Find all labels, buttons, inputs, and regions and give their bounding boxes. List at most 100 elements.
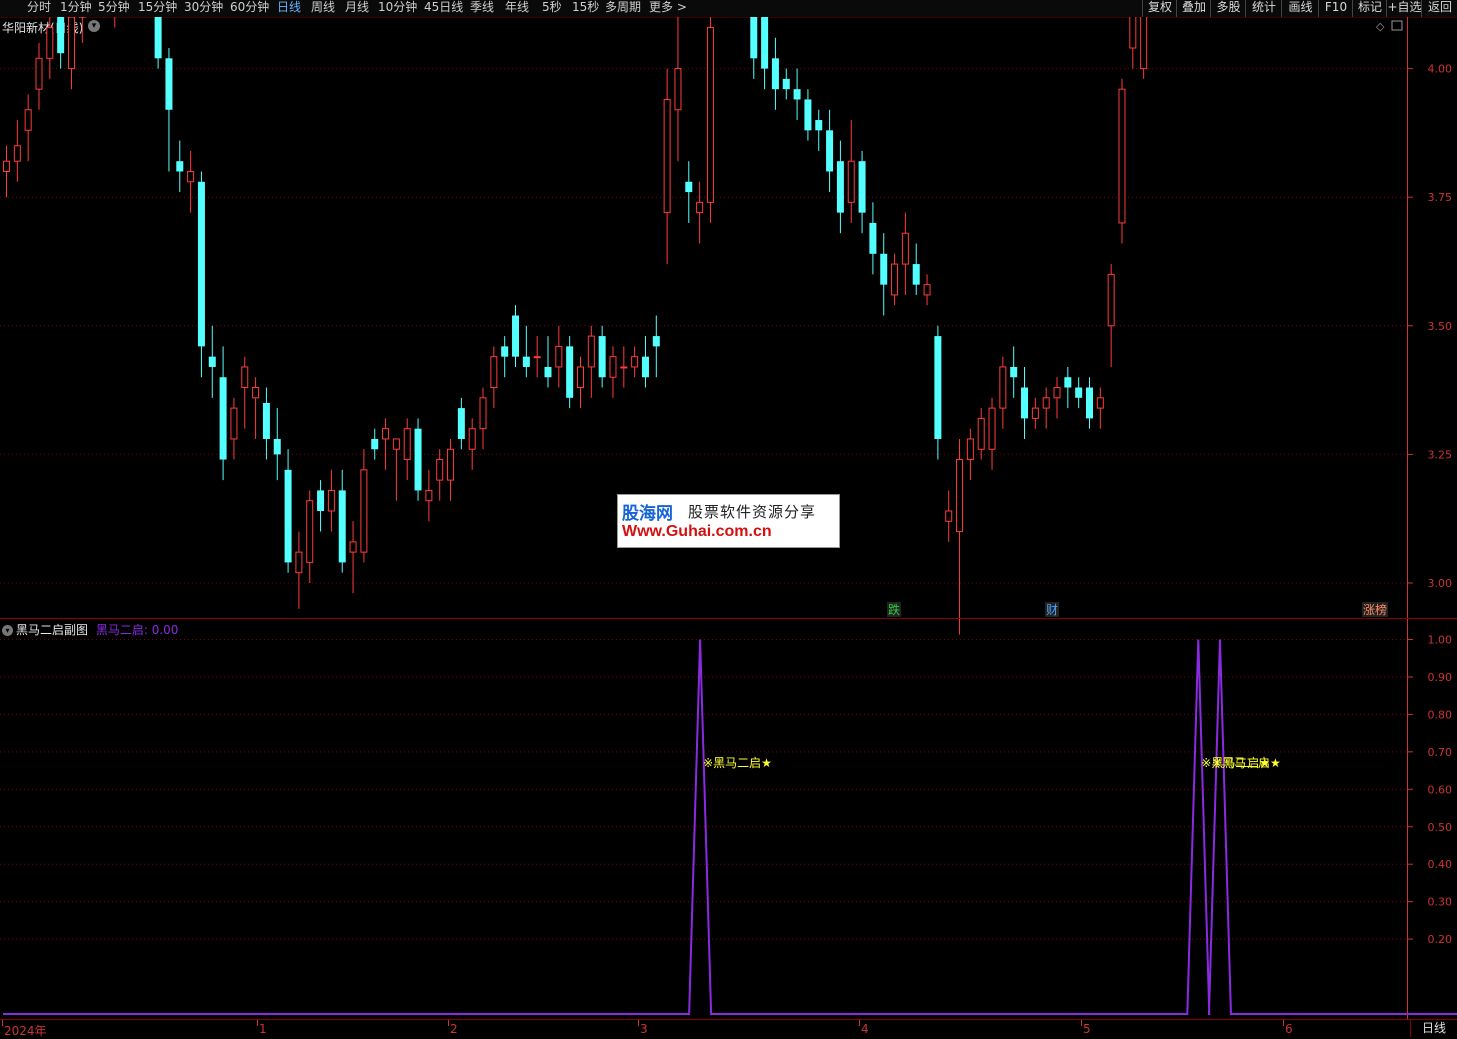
event-mark[interactable]: 财 xyxy=(1046,603,1058,617)
watermark-logo-text: 股海网 xyxy=(622,499,673,524)
candle xyxy=(1086,377,1093,428)
candle xyxy=(317,480,324,531)
toolbar-button-6[interactable]: 标记 xyxy=(1352,0,1387,17)
candle xyxy=(512,305,519,367)
period-tab-15[interactable]: 多周期 xyxy=(605,0,641,17)
period-tab-9[interactable]: 10分钟 xyxy=(378,0,417,17)
candle xyxy=(880,233,887,315)
diamond-icon[interactable]: ◇ xyxy=(1376,20,1385,33)
candle xyxy=(523,326,530,377)
x-tick-mark xyxy=(859,1020,860,1026)
x-axis-label: 5 xyxy=(1083,1022,1091,1036)
period-tab-6[interactable]: 日线 xyxy=(277,0,301,17)
candle xyxy=(1021,367,1028,439)
toolbar-button-2[interactable]: 多股 xyxy=(1210,0,1246,17)
signal-label: ※黑马二启★ xyxy=(1212,756,1281,770)
candle xyxy=(188,151,194,213)
period-tab-11[interactable]: 季线 xyxy=(470,0,494,17)
period-tab-1[interactable]: 1分钟 xyxy=(60,0,92,17)
candle xyxy=(198,171,205,377)
y-tick-label: 0.40 xyxy=(1428,858,1453,871)
candle xyxy=(1108,264,1114,367)
candle xyxy=(848,120,854,223)
candle xyxy=(437,449,443,500)
signal-label: ※黑马二启★ xyxy=(703,756,772,770)
candle xyxy=(68,17,74,89)
period-tab-3[interactable]: 15分钟 xyxy=(138,0,177,17)
toolbar-button-8[interactable]: 返回 xyxy=(1421,0,1457,17)
candle xyxy=(79,17,85,43)
x-axis-label: 2 xyxy=(450,1022,458,1036)
x-tick-mark xyxy=(2,1020,3,1026)
candle xyxy=(1054,377,1060,418)
watermark-slogan: 股票软件资源分享 xyxy=(688,501,816,522)
period-tab-4[interactable]: 30分钟 xyxy=(184,0,223,17)
candle xyxy=(57,17,64,69)
period-tab-14[interactable]: 15秒 xyxy=(572,0,599,17)
toolbar-button-3[interactable]: 统计 xyxy=(1245,0,1282,17)
candle xyxy=(1000,357,1006,429)
y-tick-label: 0.50 xyxy=(1428,821,1453,834)
candle xyxy=(924,274,930,305)
candle xyxy=(393,439,399,501)
x-axis-label: 4 xyxy=(861,1022,869,1036)
period-indicator[interactable]: 日线 xyxy=(1410,1020,1457,1037)
candle xyxy=(469,418,475,469)
toolbar-button-5[interactable]: F10 xyxy=(1318,0,1353,17)
period-tab-10[interactable]: 45日线 xyxy=(424,0,463,17)
candle xyxy=(1097,388,1103,429)
period-tab-2[interactable]: 5分钟 xyxy=(98,0,130,17)
y-tick-label: 0.20 xyxy=(1428,933,1453,946)
toolbar-button-7[interactable]: +自选 xyxy=(1386,0,1422,17)
candle xyxy=(675,17,681,161)
candle xyxy=(826,110,833,192)
candle xyxy=(165,48,172,171)
candle xyxy=(328,470,334,532)
candle xyxy=(14,120,20,182)
candle xyxy=(859,151,866,233)
period-tab-8[interactable]: 月线 xyxy=(345,0,369,17)
period-tab-0[interactable]: 分时 xyxy=(27,0,51,17)
time-axis xyxy=(0,1019,1457,1038)
period-tab-5[interactable]: 60分钟 xyxy=(230,0,269,17)
candle xyxy=(242,357,248,429)
toolbar-button-1[interactable]: 叠加 xyxy=(1176,0,1211,17)
toolbar-button-0[interactable]: 复权 xyxy=(1142,0,1177,17)
candle xyxy=(371,429,378,460)
window-icon[interactable] xyxy=(1392,21,1402,30)
x-tick-mark xyxy=(448,1020,449,1026)
indicator-line xyxy=(3,640,1457,1015)
candle xyxy=(426,470,432,521)
y-tick-label: 0.90 xyxy=(1428,671,1453,684)
candle xyxy=(220,346,227,480)
candle xyxy=(902,213,908,295)
y-tick-label: 3.25 xyxy=(1428,448,1453,461)
candle xyxy=(361,449,367,562)
candle xyxy=(1010,346,1017,397)
y-tick-label: 3.50 xyxy=(1428,320,1453,333)
candle xyxy=(566,336,573,408)
candle xyxy=(642,336,649,387)
candle xyxy=(632,346,638,377)
candle xyxy=(404,418,410,480)
event-mark[interactable]: 涨榜 xyxy=(1363,602,1387,617)
candle xyxy=(707,17,713,223)
toolbar-button-4[interactable]: 画线 xyxy=(1281,0,1319,17)
candle xyxy=(263,388,270,460)
candle xyxy=(1064,367,1071,408)
candle xyxy=(491,346,497,408)
candle xyxy=(534,336,540,377)
indicator-chart[interactable]: 1.000.900.800.700.600.500.400.300.20※黑马二… xyxy=(0,619,1457,1019)
period-tab-13[interactable]: 5秒 xyxy=(542,0,562,17)
period-tab-7[interactable]: 周线 xyxy=(311,0,335,17)
candle xyxy=(989,398,995,470)
candle xyxy=(892,254,898,305)
period-tab-16[interactable]: 更多 > xyxy=(649,0,687,17)
candle xyxy=(1141,17,1147,79)
x-tick-mark xyxy=(1283,1020,1284,1026)
candle xyxy=(685,161,692,223)
period-tab-12[interactable]: 年线 xyxy=(505,0,529,17)
candle xyxy=(588,326,594,398)
event-mark[interactable]: 跌 xyxy=(888,602,900,617)
candle xyxy=(112,17,118,27)
